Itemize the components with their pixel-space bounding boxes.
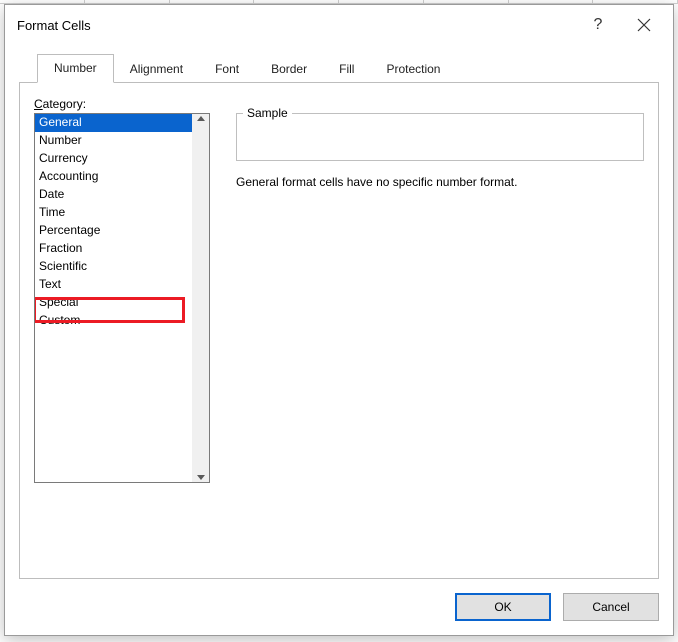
cancel-button[interactable]: Cancel bbox=[563, 593, 659, 621]
tab-font[interactable]: Font bbox=[199, 56, 255, 83]
sample-label: Sample bbox=[243, 106, 292, 120]
tab-protection[interactable]: Protection bbox=[370, 56, 456, 83]
tabstrip: Number Alignment Font Border Fill Protec… bbox=[19, 53, 659, 83]
list-item[interactable]: General bbox=[35, 114, 192, 132]
titlebar: Format Cells ? bbox=[5, 5, 673, 45]
dialog-button-row: OK Cancel bbox=[19, 579, 659, 621]
list-item[interactable]: Text bbox=[35, 276, 192, 294]
help-icon: ? bbox=[594, 16, 603, 34]
listbox-scrollbar[interactable] bbox=[192, 114, 209, 482]
format-cells-dialog: Format Cells ? Number Alignment Font Bor… bbox=[4, 4, 674, 636]
format-description: General format cells have no specific nu… bbox=[236, 175, 644, 189]
ok-button[interactable]: OK bbox=[455, 593, 551, 621]
tab-number[interactable]: Number bbox=[37, 54, 114, 83]
close-button[interactable] bbox=[621, 9, 667, 41]
scroll-down-icon bbox=[197, 475, 205, 480]
sample-box: Sample bbox=[236, 113, 644, 161]
list-item[interactable]: Currency bbox=[35, 150, 192, 168]
list-item[interactable]: Custom bbox=[35, 312, 192, 330]
help-button[interactable]: ? bbox=[575, 9, 621, 41]
number-panel: Category: General Number Currency Accoun… bbox=[19, 83, 659, 579]
tab-alignment[interactable]: Alignment bbox=[114, 56, 199, 83]
list-item[interactable]: Special bbox=[35, 294, 192, 312]
dialog-title: Format Cells bbox=[17, 18, 575, 33]
category-label: Category: bbox=[34, 97, 644, 111]
list-item[interactable]: Fraction bbox=[35, 240, 192, 258]
list-item[interactable]: Time bbox=[35, 204, 192, 222]
list-item[interactable]: Date bbox=[35, 186, 192, 204]
list-item[interactable]: Accounting bbox=[35, 168, 192, 186]
list-item[interactable]: Percentage bbox=[35, 222, 192, 240]
list-item[interactable]: Scientific bbox=[35, 258, 192, 276]
close-icon bbox=[637, 18, 651, 32]
tab-border[interactable]: Border bbox=[255, 56, 323, 83]
tab-fill[interactable]: Fill bbox=[323, 56, 370, 83]
scroll-up-icon bbox=[197, 116, 205, 121]
list-item[interactable]: Number bbox=[35, 132, 192, 150]
category-listbox[interactable]: General Number Currency Accounting Date … bbox=[34, 113, 210, 483]
